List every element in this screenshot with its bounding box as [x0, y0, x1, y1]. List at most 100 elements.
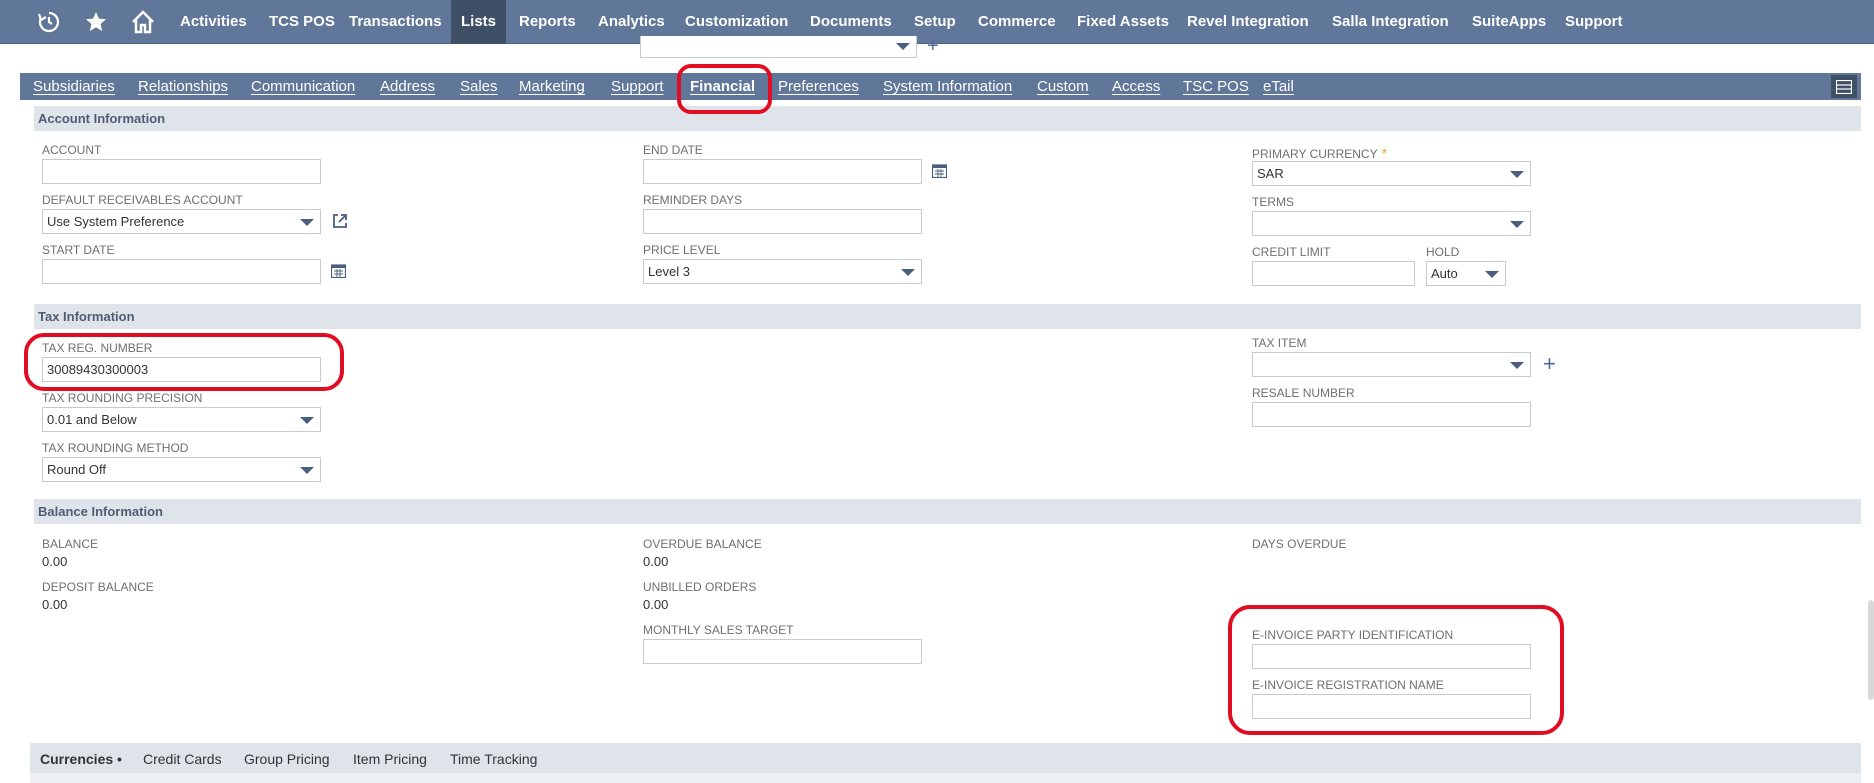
scrollbar[interactable]: [1868, 600, 1874, 700]
plus-icon[interactable]: +: [927, 36, 939, 56]
unbilled-orders-value: 0.00: [643, 597, 669, 612]
chevron-down-icon: [896, 43, 910, 50]
resale-number-field[interactable]: [1252, 402, 1531, 427]
calendar-icon[interactable]: [932, 164, 947, 178]
star-icon[interactable]: [83, 9, 109, 35]
nav-fixed-assets[interactable]: Fixed Assets: [1067, 0, 1179, 44]
open-link-icon[interactable]: [332, 213, 348, 229]
plus-icon[interactable]: +: [1543, 353, 1556, 375]
terms-select[interactable]: [1252, 211, 1531, 236]
overdue-balance-label: OVERDUE BALANCE: [643, 537, 762, 551]
chevron-down-icon: [1510, 221, 1524, 228]
tax-item-label: TAX ITEM: [1252, 336, 1307, 350]
tab-marketing[interactable]: Marketing: [519, 73, 585, 100]
start-date-label: START DATE: [42, 243, 115, 257]
monthly-sales-target-label: MONTHLY SALES TARGET: [643, 623, 794, 637]
default-receivables-label: DEFAULT RECEIVABLES ACCOUNT: [42, 193, 243, 207]
active-tab-dot: •: [117, 751, 122, 767]
tax-rounding-precision-label: TAX ROUNDING PRECISION: [42, 391, 203, 405]
einvoice-party-id-field[interactable]: [1252, 644, 1531, 669]
deposit-balance-label: DEPOSIT BALANCE: [42, 580, 154, 594]
section-header-balance-information[interactable]: Balance Information: [34, 499, 1861, 524]
section-header-tax-information[interactable]: Tax Information: [34, 304, 1861, 329]
calendar-icon[interactable]: [331, 264, 346, 278]
nav-lists[interactable]: Lists: [451, 0, 507, 44]
tab-relationships[interactable]: Relationships: [138, 73, 228, 100]
price-level-value: Level 3: [648, 264, 690, 279]
tab-support[interactable]: Support: [611, 73, 664, 100]
primary-currency-label-text: PRIMARY CURRENCY: [1252, 147, 1378, 161]
tab-access[interactable]: Access: [1112, 73, 1160, 100]
nav-suiteapps[interactable]: SuiteApps: [1462, 0, 1556, 44]
tab-subsidiaries[interactable]: Subsidiaries: [33, 73, 115, 100]
collapse-tabs-button[interactable]: [1831, 75, 1857, 98]
tab-sales[interactable]: Sales: [460, 73, 498, 100]
primary-currency-label: PRIMARY CURRENCY *: [1252, 145, 1387, 161]
tab-financial[interactable]: Financial: [690, 73, 755, 100]
sublist-strip: [30, 773, 1861, 783]
tax-rounding-method-value: Round Off: [47, 462, 107, 477]
tax-reg-number-field[interactable]: 30089430300003: [42, 357, 321, 382]
chevron-down-icon: [1510, 171, 1524, 178]
tab-address[interactable]: Address: [380, 73, 435, 100]
partial-select-field[interactable]: [640, 36, 917, 58]
balance-value: 0.00: [42, 554, 68, 569]
einvoice-party-id-label: E-INVOICE PARTY IDENTIFICATION: [1252, 628, 1454, 642]
price-level-select[interactable]: Level 3: [643, 259, 922, 284]
nav-activities[interactable]: Activities: [170, 0, 257, 44]
default-receivables-select[interactable]: Use System Preference: [42, 209, 321, 234]
hold-value: Auto: [1431, 266, 1458, 281]
nav-support[interactable]: Support: [1555, 0, 1633, 44]
end-date-label: END DATE: [643, 143, 703, 157]
reminder-days-field[interactable]: [643, 209, 922, 234]
tab-system-information[interactable]: System Information: [883, 73, 1012, 100]
tab-etail[interactable]: eTail: [1263, 73, 1294, 100]
account-field[interactable]: [42, 159, 321, 184]
chevron-down-icon: [300, 467, 314, 474]
primary-currency-select[interactable]: SAR: [1252, 161, 1531, 186]
credit-limit-label: CREDIT LIMIT: [1252, 245, 1331, 259]
hold-select[interactable]: Auto: [1426, 261, 1506, 286]
sublist-tab-time-tracking[interactable]: Time Tracking: [450, 751, 537, 767]
chevron-down-icon: [1485, 271, 1499, 278]
nav-salla-integration[interactable]: Salla Integration: [1322, 0, 1459, 44]
sublist-tab-credit-cards[interactable]: Credit Cards: [143, 751, 222, 767]
resale-number-label: RESALE NUMBER: [1252, 386, 1355, 400]
tab-custom[interactable]: Custom: [1037, 73, 1089, 100]
sublist-tab-group-pricing[interactable]: Group Pricing: [244, 751, 330, 767]
nav-transactions[interactable]: Transactions: [339, 0, 452, 44]
home-icon[interactable]: [130, 9, 156, 35]
tab-tsc-pos[interactable]: TSC POS: [1183, 73, 1249, 100]
einvoice-registration-name-field[interactable]: [1252, 694, 1531, 719]
sublist-tab-currencies[interactable]: Currencies •: [40, 751, 122, 767]
price-level-label: PRICE LEVEL: [643, 243, 721, 257]
tab-preferences[interactable]: Preferences: [778, 73, 859, 100]
days-overdue-label: DAYS OVERDUE: [1252, 537, 1347, 551]
tab-communication[interactable]: Communication: [251, 73, 355, 100]
credit-limit-field[interactable]: [1252, 261, 1415, 286]
tax-item-select[interactable]: [1252, 352, 1531, 377]
chevron-down-icon: [1510, 362, 1524, 369]
section-header-account-information[interactable]: Account Information: [34, 106, 1861, 131]
start-date-field[interactable]: [42, 259, 321, 284]
nav-revel-integration[interactable]: Revel Integration: [1177, 0, 1319, 44]
primary-currency-value: SAR: [1257, 166, 1284, 181]
nav-commerce[interactable]: Commerce: [968, 0, 1066, 44]
default-receivables-value: Use System Preference: [47, 214, 185, 229]
end-date-field[interactable]: [643, 159, 922, 184]
nav-tcs-pos[interactable]: TCS POS: [259, 0, 345, 44]
chevron-down-icon: [300, 219, 314, 226]
history-icon[interactable]: [36, 9, 62, 35]
tax-rounding-method-label: TAX ROUNDING METHOD: [42, 441, 189, 455]
monthly-sales-target-field[interactable]: [643, 639, 922, 664]
tax-rounding-precision-select[interactable]: 0.01 and Below: [42, 407, 321, 432]
tax-rounding-method-select[interactable]: Round Off: [42, 457, 321, 482]
overdue-balance-value: 0.00: [643, 554, 669, 569]
chevron-down-icon: [300, 417, 314, 424]
chevron-down-icon: [901, 269, 915, 276]
unbilled-orders-label: UNBILLED ORDERS: [643, 580, 757, 594]
nav-reports[interactable]: Reports: [509, 0, 586, 44]
deposit-balance-value: 0.00: [42, 597, 68, 612]
balance-label: BALANCE: [42, 537, 99, 551]
sublist-tab-item-pricing[interactable]: Item Pricing: [353, 751, 427, 767]
